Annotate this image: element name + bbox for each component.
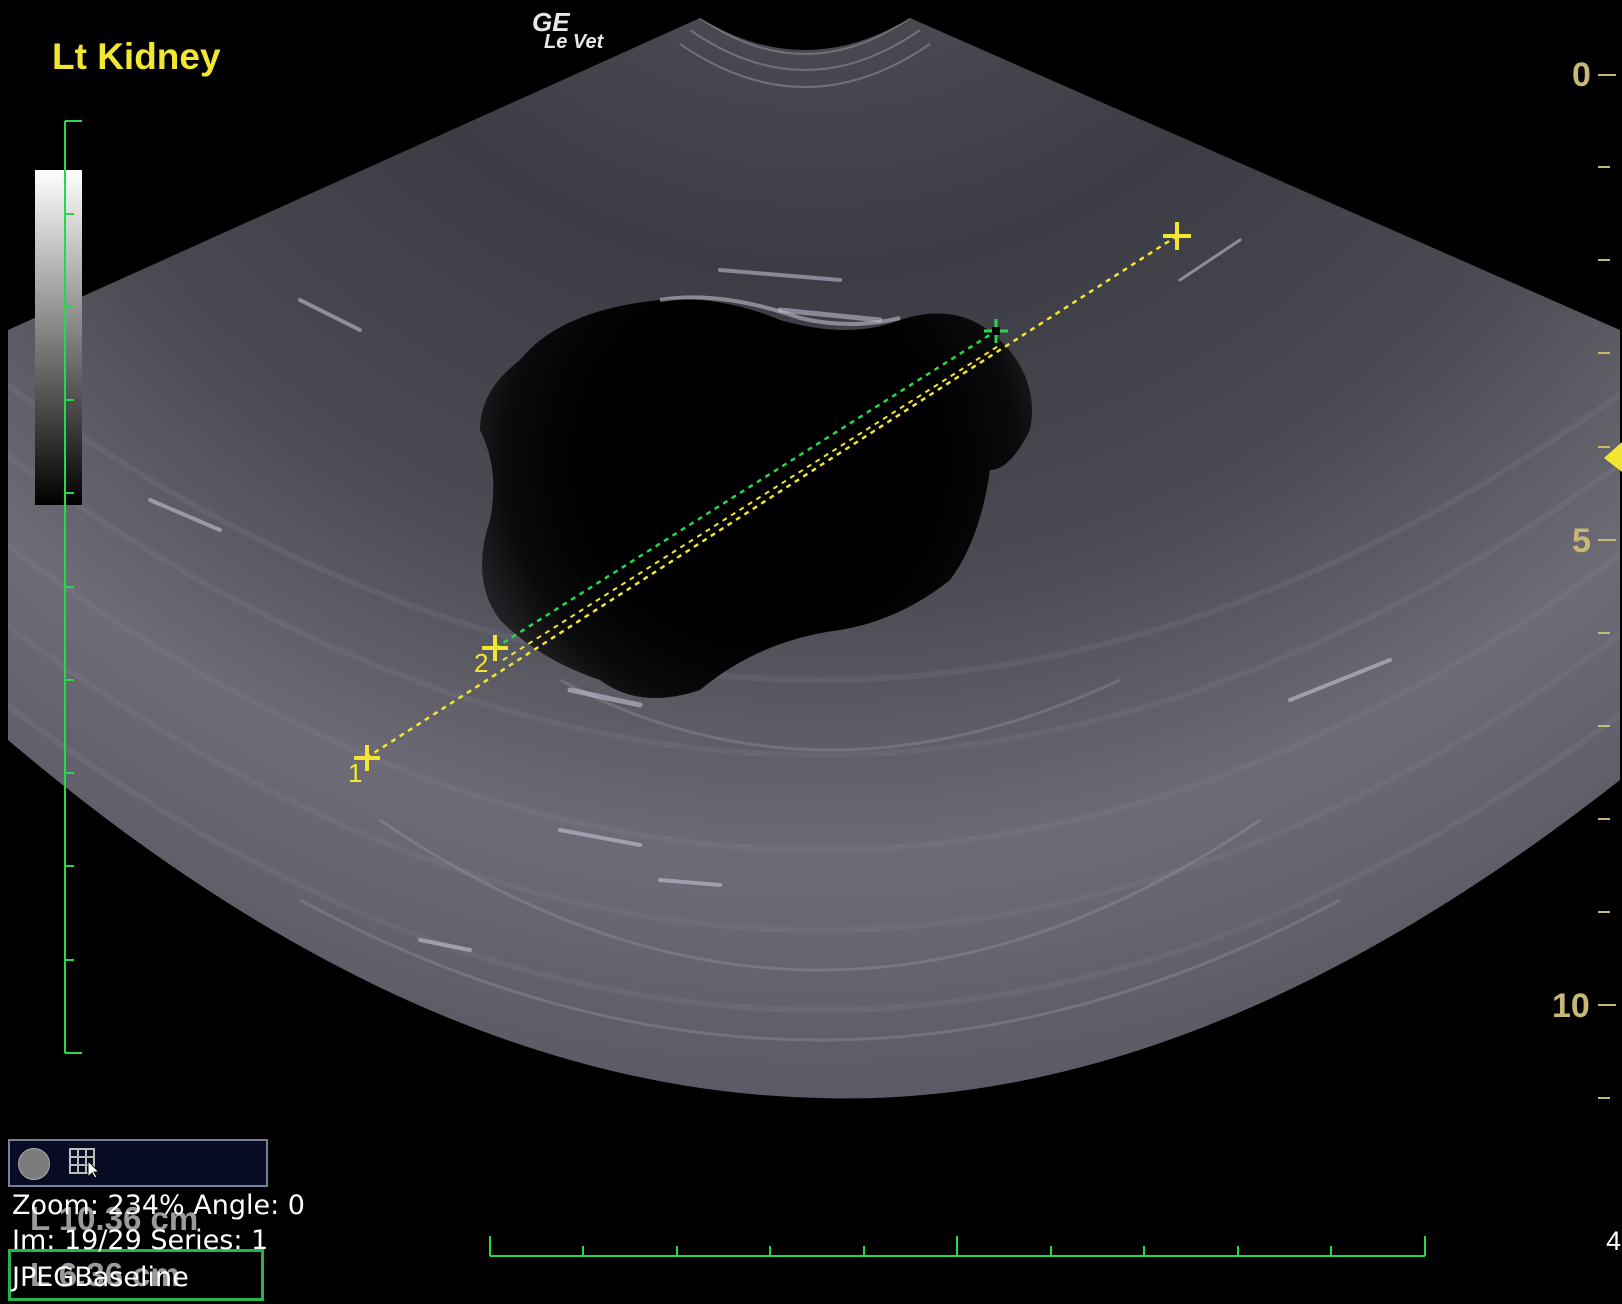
caliper-point-1-label: 1 [348,758,363,788]
ultrasound-viewer: Lt Kidney GE Le Vet 0 5 10 4 1 2 L 10.36… [0,0,1622,1304]
depth-label-5: 5 [1572,522,1591,560]
brand-line-1: GE [532,7,570,37]
compression-text: JPEGBaseline [12,1262,189,1293]
ultrasound-sector-image [8,0,1622,1257]
organ-label: Lt Kidney [52,36,221,77]
grayscale-bar [35,170,82,505]
grid-cursor-icon[interactable] [68,1145,102,1179]
image-series-text: Im: 19/29 Series: 1 [12,1225,269,1256]
depth-label-0: 0 [1572,56,1591,94]
zoom-angle-text: Zoom: 234% Angle: 0 [12,1190,305,1221]
caliper-point-2-label: 2 [474,648,489,678]
brand-logo: GE Le Vet [532,7,603,52]
viewer-toolbar [8,1139,268,1187]
depth-label-10: 10 [1552,987,1590,1025]
bottom-lateral-ruler [489,1236,1426,1257]
record-circle-icon[interactable] [18,1148,50,1180]
lateral-scale-label: 4 [1606,1226,1622,1256]
